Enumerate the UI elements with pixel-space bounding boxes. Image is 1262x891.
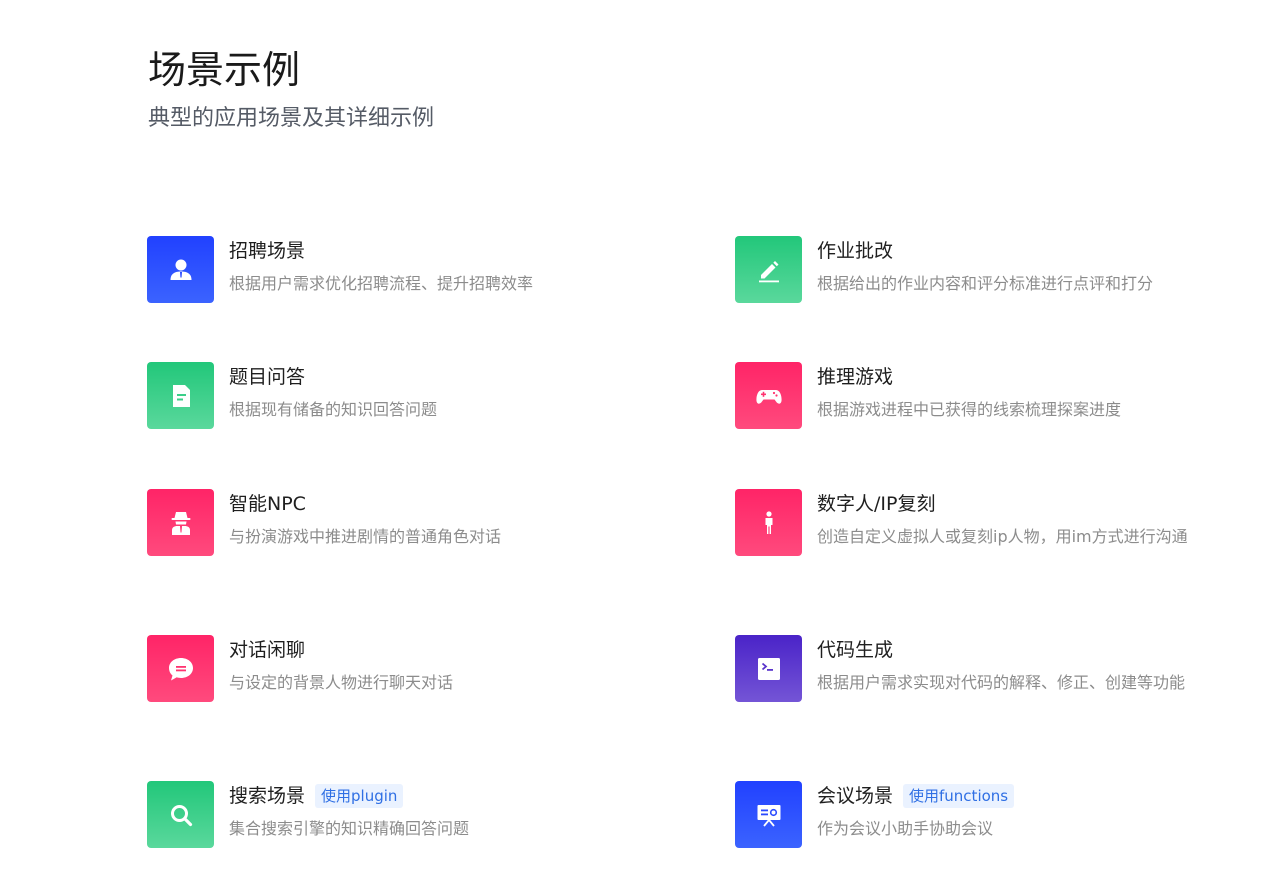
card-title: 代码生成	[817, 639, 894, 661]
terminal-icon	[735, 635, 802, 702]
card-description: 根据用户需求优化招聘流程、提升招聘效率	[229, 274, 534, 293]
card-description: 与扮演游戏中推进剧情的普通角色对话	[229, 527, 502, 546]
card-title: 作业批改	[817, 240, 894, 262]
card-title: 搜索场景	[229, 785, 306, 807]
scenario-card-code-generation[interactable]: 代码生成 根据用户需求实现对代码的解释、修正、创建等功能	[735, 635, 1205, 745]
person-icon	[735, 489, 802, 556]
card-description: 创造自定义虚拟人或复刻ip人物，用im方式进行沟通	[817, 527, 1188, 546]
scenario-card-meeting[interactable]: 会议场景 使用functions 作为会议小助手协助会议	[735, 781, 1205, 891]
page-title: 场景示例	[148, 48, 301, 92]
scenario-card-homework-grading[interactable]: 作业批改 根据给出的作业内容和评分标准进行点评和打分	[735, 236, 1205, 346]
card-description: 集合搜索引擎的知识精确回答问题	[229, 819, 470, 838]
scenario-card-npc[interactable]: 智能NPC 与扮演游戏中推进剧情的普通角色对话	[147, 489, 617, 599]
presentation-icon	[735, 781, 802, 848]
card-title: 会议场景	[817, 785, 894, 807]
document-icon	[147, 362, 214, 429]
scenario-card-qa[interactable]: 题目问答 根据现有储备的知识回答问题	[147, 362, 617, 472]
scenario-card-recruitment[interactable]: 招聘场景 根据用户需求优化招聘流程、提升招聘效率	[147, 236, 617, 346]
pencil-icon	[735, 236, 802, 303]
card-description: 作为会议小助手协助会议	[817, 819, 994, 838]
card-description: 根据用户需求实现对代码的解释、修正、创建等功能	[817, 673, 1186, 692]
card-title: 题目问答	[229, 366, 306, 388]
page-header: 场景示例 典型的应用场景及其详细示例	[148, 46, 434, 134]
card-description: 根据给出的作业内容和评分标准进行点评和打分	[817, 274, 1154, 293]
chat-icon	[147, 635, 214, 702]
plugin-tag: 使用plugin	[315, 784, 404, 808]
card-title: 招聘场景	[229, 240, 306, 262]
card-description: 根据现有储备的知识回答问题	[229, 400, 438, 419]
scenario-card-search[interactable]: 搜索场景 使用plugin 集合搜索引擎的知识精确回答问题	[147, 781, 617, 891]
card-description: 与设定的背景人物进行聊天对话	[229, 673, 454, 692]
card-title: 对话闲聊	[229, 639, 306, 661]
scenario-card-digital-human[interactable]: 数字人/IP复刻 创造自定义虚拟人或复刻ip人物，用im方式进行沟通	[735, 489, 1205, 599]
scenario-card-reasoning-game[interactable]: 推理游戏 根据游戏进程中已获得的线索梳理探案进度	[735, 362, 1205, 472]
functions-tag: 使用functions	[903, 784, 1015, 808]
scenario-card-chat[interactable]: 对话闲聊 与设定的背景人物进行聊天对话	[147, 635, 617, 745]
card-title: 智能NPC	[229, 493, 306, 515]
page-subtitle: 典型的应用场景及其详细示例	[148, 106, 435, 131]
gamepad-icon	[735, 362, 802, 429]
search-icon	[147, 781, 214, 848]
card-title: 数字人/IP复刻	[817, 493, 936, 515]
user-icon	[147, 236, 214, 303]
spy-icon	[147, 489, 214, 556]
card-description: 根据游戏进程中已获得的线索梳理探案进度	[817, 400, 1122, 419]
card-title: 推理游戏	[817, 366, 894, 388]
